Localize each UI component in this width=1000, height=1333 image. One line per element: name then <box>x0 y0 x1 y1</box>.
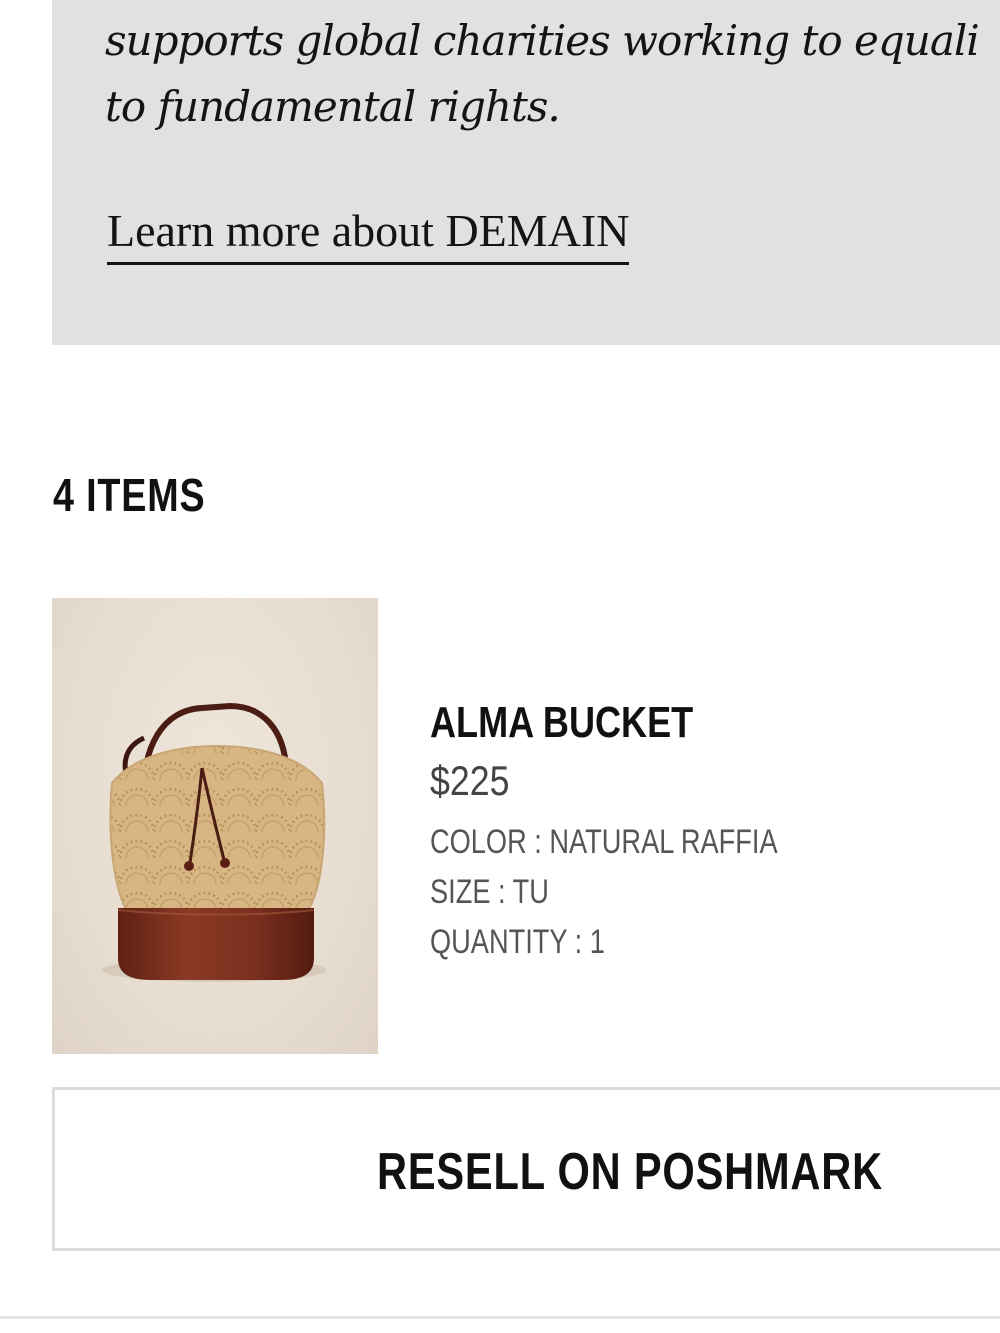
product-name[interactable]: ALMA BUCKET <box>430 695 856 751</box>
raffia-bucket-bag-image <box>102 702 326 982</box>
product-quantity: QUANTITY : 1 <box>430 923 605 961</box>
product-image[interactable] <box>52 598 378 1054</box>
promo-banner: supports global charities working to equ… <box>52 0 1000 345</box>
product-info: ALMA BUCKET $225 COLOR : NATURAL RAFFIA … <box>430 695 950 967</box>
promo-text: supports global charities working to equ… <box>105 8 1000 140</box>
product-color: COLOR : NATURAL RAFFIA <box>430 823 778 861</box>
promo-line-2: to fundamental rights. <box>105 82 561 131</box>
resell-on-poshmark-button[interactable]: RESELL ON POSHMARK <box>52 1087 1000 1251</box>
items-count-heading: 4 ITEMS <box>53 469 206 521</box>
resell-button-label: RESELL ON POSHMARK <box>377 1143 883 1201</box>
product-size: SIZE : TU <box>430 873 549 911</box>
learn-more-link[interactable]: Learn more about DEMAIN <box>107 202 630 265</box>
promo-line-1: supports global charities working to equ… <box>105 16 980 65</box>
product-price: $225 <box>430 757 510 804</box>
divider <box>0 1316 1000 1319</box>
